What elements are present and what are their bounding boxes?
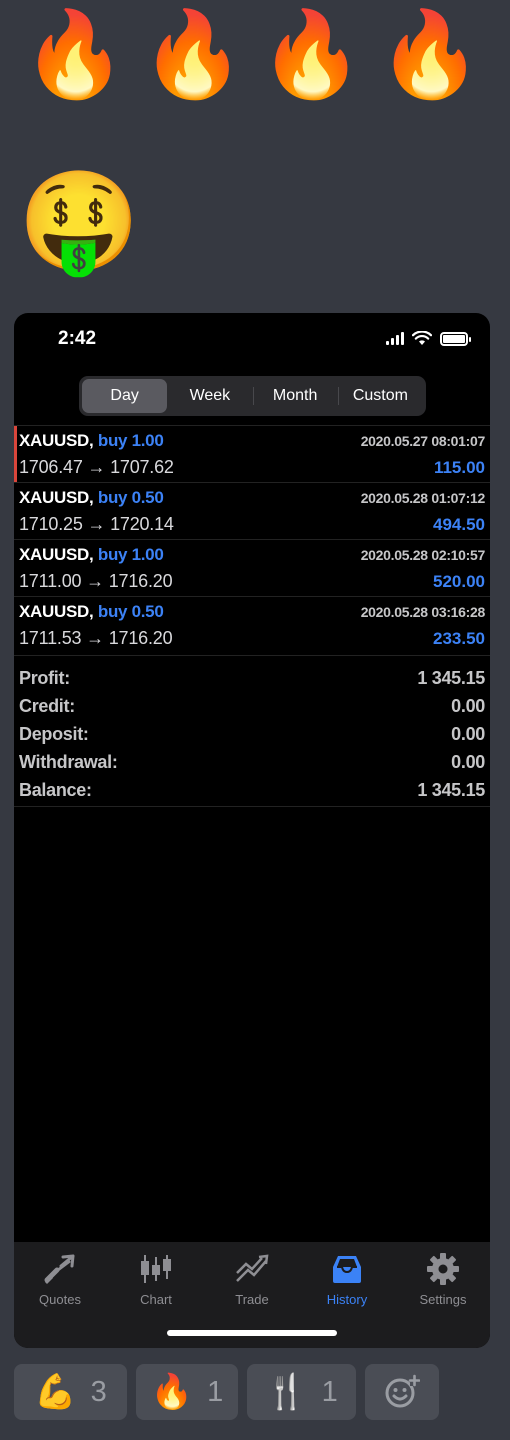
- account-summary: Profit: 1 345.15 Credit: 0.00 Deposit: 0.00…: [14, 655, 490, 807]
- battery-icon: [440, 331, 471, 346]
- summary-label: Withdrawal:: [19, 751, 118, 772]
- fire-emoji-row: 🔥 🔥 🔥 🔥: [22, 12, 482, 96]
- trade-symbol: XAUUSD,: [19, 545, 94, 564]
- fork-knife-emoji: 🍴: [265, 1373, 308, 1411]
- fire-emoji: 🔥: [140, 7, 246, 101]
- quotes-arrows-icon: [44, 1254, 75, 1284]
- status-icons: [386, 331, 471, 346]
- tab-chart[interactable]: Chart: [110, 1252, 202, 1307]
- reaction-count: 3: [90, 1375, 107, 1408]
- tab-label: Settings: [419, 1292, 467, 1307]
- summary-value: 1 345.15: [417, 667, 485, 688]
- trade-row[interactable]: XAUUSD, buy 1.00 2020.05.28 02:10:57 171…: [14, 539, 490, 596]
- trade-date: 2020.05.28 02:10:57: [360, 547, 486, 563]
- gear-icon: [427, 1253, 459, 1285]
- tab-week[interactable]: Week: [167, 379, 252, 413]
- tab-label: History: [326, 1292, 368, 1307]
- inbox-icon: [333, 1256, 361, 1283]
- trade-prices: 1711.53 → 1716.20: [19, 628, 173, 648]
- summary-value: 0.00: [451, 695, 485, 716]
- trade-side: buy 0.50: [97, 602, 164, 621]
- trade-row[interactable]: XAUUSD, buy 1.00 2020.05.27 08:01:07 170…: [14, 425, 490, 482]
- tab-month[interactable]: Month: [252, 379, 338, 413]
- tab-custom[interactable]: Custom: [337, 379, 423, 413]
- summary-value: 0.00: [451, 751, 485, 772]
- tab-day[interactable]: Day: [82, 379, 168, 413]
- status-time: 2:42: [58, 328, 97, 349]
- wifi-icon: [412, 331, 432, 345]
- tab-trade[interactable]: Trade: [206, 1252, 298, 1307]
- summary-label: Profit:: [19, 667, 70, 688]
- home-indicator: [167, 1330, 337, 1336]
- fire-emoji: 🔥: [259, 7, 364, 101]
- summary-value: 1 345.15: [417, 779, 485, 800]
- trade-row[interactable]: XAUUSD, buy 0.50 2020.05.28 01:07:12 171…: [14, 482, 490, 539]
- tab-quotes[interactable]: Quotes: [14, 1252, 106, 1307]
- tab-label: Trade: [235, 1292, 269, 1307]
- tab-settings[interactable]: Settings: [397, 1252, 489, 1307]
- summary-row-profit: Profit: 1 345.15: [14, 664, 490, 692]
- trade-row[interactable]: XAUUSD, buy 0.50 2020.05.28 03:16:28 171…: [14, 596, 490, 653]
- trade-symbol: XAUUSD,: [19, 431, 94, 450]
- money-mouth-emoji: 🤑: [18, 166, 141, 276]
- add-reaction-icon: [385, 1374, 420, 1408]
- add-reaction-button[interactable]: [365, 1364, 439, 1420]
- signal-icon: [386, 332, 404, 345]
- trade-prices: 1706.47 → 1707.62: [19, 457, 174, 477]
- trade-profit: 115.00: [433, 458, 485, 477]
- trend-up-icon: [236, 1254, 269, 1282]
- status-bar: 2:42: [14, 313, 490, 367]
- trade-prices: 1710.25 → 1720.14: [19, 514, 174, 534]
- trade-profit: 494.50: [433, 515, 485, 534]
- trade-prices: 1711.00 → 1716.20: [19, 571, 173, 591]
- summary-label: Deposit:: [19, 723, 89, 744]
- summary-row-balance: Balance: 1 345.15: [14, 776, 490, 804]
- reaction-count: 1: [207, 1375, 224, 1408]
- summary-row-credit: Credit: 0.00: [14, 692, 490, 720]
- trade-profit: 233.50: [433, 629, 485, 648]
- fire-emoji: 🔥: [150, 1373, 194, 1411]
- trade-symbol: XAUUSD,: [19, 602, 94, 621]
- candlestick-icon: [141, 1255, 171, 1283]
- bottom-tab-bar: Quotes Chart Trade History Settings: [14, 1242, 490, 1348]
- trade-side: buy 0.50: [97, 488, 164, 507]
- summary-label: Credit:: [19, 695, 75, 716]
- reaction-muscle[interactable]: 💪 3: [14, 1364, 127, 1420]
- summary-value: 0.00: [451, 723, 485, 744]
- summary-row-withdrawal: Withdrawal: 0.00: [14, 748, 490, 776]
- tab-history[interactable]: History: [301, 1252, 393, 1307]
- trade-history-list: XAUUSD, buy 1.00 2020.05.27 08:01:07 170…: [14, 425, 490, 653]
- muscle-emoji: 💪: [34, 1373, 77, 1411]
- trade-date: 2020.05.28 03:16:28: [360, 604, 486, 620]
- summary-label: Balance:: [19, 779, 92, 800]
- tab-label: Quotes: [39, 1292, 81, 1307]
- trade-side: buy 1.00: [97, 431, 164, 450]
- reaction-fire[interactable]: 🔥 1: [136, 1364, 238, 1420]
- fire-emoji: 🔥: [22, 7, 127, 101]
- reaction-fork-knife[interactable]: 🍴 1: [247, 1364, 356, 1420]
- fire-emoji: 🔥: [377, 7, 483, 101]
- summary-row-deposit: Deposit: 0.00: [14, 720, 490, 748]
- period-segmented-control: Day Week Month Custom: [79, 376, 426, 416]
- trade-side: buy 1.00: [97, 545, 164, 564]
- screenshot-panel: 2:42 Day Week Month Custom XAUUSD, buy 1…: [14, 313, 490, 1348]
- tab-label: Chart: [140, 1292, 172, 1307]
- trade-date: 2020.05.28 01:07:12: [360, 490, 486, 506]
- trade-date: 2020.05.27 08:01:07: [360, 433, 486, 449]
- trade-profit: 520.00: [433, 572, 485, 591]
- reaction-bar: 💪 3 🔥 1 🍴 1: [14, 1364, 439, 1420]
- reaction-count: 1: [321, 1375, 338, 1408]
- trade-symbol: XAUUSD,: [19, 488, 94, 507]
